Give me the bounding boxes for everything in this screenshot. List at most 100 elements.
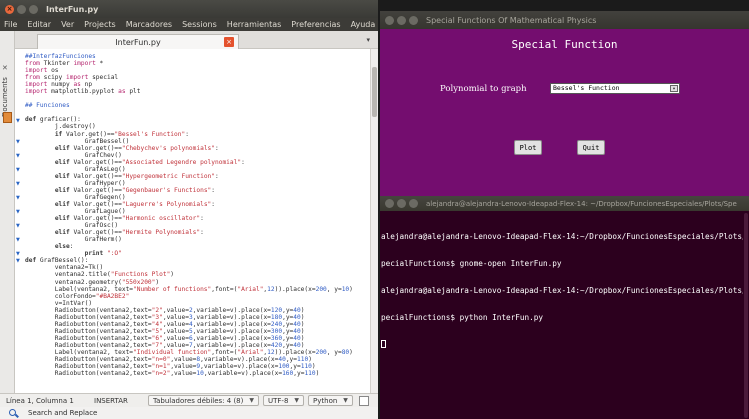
- terminal-titlebar[interactable]: alejandra@alejandra-Lenovo-Ideapad-Flex-…: [380, 196, 749, 211]
- maximize-window-icon[interactable]: [409, 199, 418, 208]
- status-checkbox[interactable]: [358, 395, 369, 406]
- quit-button[interactable]: Quit: [577, 140, 605, 155]
- code-line: GrafBessel(): [25, 137, 130, 145]
- menu-marcadores[interactable]: Marcadores: [126, 20, 172, 29]
- tab-close-icon[interactable]: ×: [224, 37, 234, 47]
- fold-arrow-icon[interactable]: ▼: [16, 210, 22, 215]
- code-line: import os: [25, 67, 59, 75]
- function-select[interactable]: Bessel's Function ▾: [550, 83, 680, 94]
- fold-arrow-icon[interactable]: ▼: [16, 224, 22, 229]
- menu-projects[interactable]: Projects: [84, 20, 116, 29]
- plot-button[interactable]: Plot: [514, 140, 542, 155]
- code-editor[interactable]: ▼ ▼ ▼ ▼ ▼ ▼ ▼ ▼ ▼ ▼ ▼ ##InterfazFuncione…: [15, 49, 370, 393]
- chevron-down-icon: ▼: [343, 397, 348, 404]
- code-text[interactable]: ##InterfazFunciones from Tkinter import *…: [25, 53, 370, 377]
- code-line: elif Valor.get()=="Chebychev's polynomia…: [54, 144, 219, 152]
- fold-arrow-icon[interactable]: ▼: [16, 259, 22, 264]
- code-line: from Tkinter import *: [25, 60, 104, 68]
- fold-arrow-icon[interactable]: ▼: [16, 182, 22, 187]
- gedit-titlebar[interactable]: × InterFun.py: [0, 0, 378, 18]
- menu-ver[interactable]: Ver: [61, 20, 74, 29]
- fold-arrow-icon[interactable]: ▼: [16, 168, 22, 173]
- code-line: Radiobutton(ventana2,text="n=0",value=8,…: [25, 356, 312, 364]
- tk-titlebar[interactable]: Special Functions Of Mathematical Physic…: [380, 11, 749, 29]
- menu-file[interactable]: File: [4, 20, 17, 29]
- code-line: elif Valor.get()=="Hypergeometric Functi…: [54, 172, 219, 180]
- fold-gutter: ▼ ▼ ▼ ▼ ▼ ▼ ▼ ▼ ▼ ▼ ▼: [15, 49, 25, 393]
- terminal-output[interactable]: alejandra@alejandra-Lenovo-Ideapad-Flex-…: [381, 214, 749, 367]
- editor-scrollbar[interactable]: [370, 49, 378, 393]
- special-function-heading: Special Function: [511, 38, 618, 51]
- fold-arrow-icon[interactable]: ▼: [16, 119, 22, 124]
- maximize-window-icon[interactable]: [409, 15, 418, 25]
- code-line: Radiobutton(ventana2,text="n=1",value=9,…: [25, 363, 316, 371]
- fold-arrow-icon[interactable]: ▼: [16, 252, 22, 257]
- code-line: elif Valor.get()=="Gegenbauer's Function…: [54, 186, 216, 194]
- maximize-window-icon[interactable]: [29, 4, 38, 14]
- minimize-window-icon[interactable]: [397, 199, 406, 208]
- tab-list-arrow-icon[interactable]: ▾: [366, 36, 370, 44]
- chevron-down-icon: ▼: [249, 397, 254, 404]
- code-line: Radiobutton(ventana2,text="4",value=4,va…: [25, 320, 305, 328]
- close-window-icon[interactable]: ×: [5, 4, 14, 14]
- gedit-window: × InterFun.py File Editar Ver Projects M…: [0, 0, 378, 419]
- code-line: Radiobutton(ventana2,text="5",value=5,va…: [25, 327, 305, 335]
- code-line: elif Valor.get()=="Hermite Polynomials":: [54, 229, 204, 237]
- tab-interfun[interactable]: InterFun.py ×: [37, 34, 239, 49]
- code-line: Label(ventana2, text="Number of function…: [25, 285, 353, 293]
- minimize-window-icon[interactable]: [397, 15, 406, 25]
- terminal-cursor: [381, 340, 386, 348]
- tab-width-dropdown[interactable]: Tabuladores débiles: 4 (8) ▼: [148, 395, 259, 406]
- menu-herramientas[interactable]: Herramientas: [227, 20, 282, 29]
- fold-arrow-icon[interactable]: ▼: [16, 196, 22, 201]
- dropdown-arrow-icon[interactable]: ▾: [670, 85, 678, 92]
- code-line: GrafHyper(): [25, 179, 126, 187]
- menu-preferencias[interactable]: Preferencias: [291, 20, 340, 29]
- close-window-icon[interactable]: [385, 15, 394, 25]
- fold-arrow-icon[interactable]: ▼: [16, 140, 22, 145]
- encoding-value: UTF-8: [268, 396, 289, 405]
- code-line: def graficar():: [25, 116, 81, 124]
- document-icon[interactable]: [3, 112, 12, 123]
- code-line: elif Valor.get()=="Associated Legendre p…: [54, 158, 245, 166]
- cursor-position: Línea 1, Columna 1: [6, 396, 74, 405]
- gedit-window-title: InterFun.py: [46, 4, 99, 14]
- fold-arrow-icon[interactable]: ▼: [16, 238, 22, 243]
- status-bar: Línea 1, Columna 1 INSERTAR Tabuladores …: [0, 393, 378, 407]
- code-line: GrafGegen(): [25, 193, 126, 201]
- menu-sessions[interactable]: Sessions: [182, 20, 217, 29]
- search-replace-label[interactable]: Search and Replace: [28, 409, 97, 417]
- code-line: Radiobutton(ventana2,text="2",value=2,va…: [25, 306, 305, 314]
- code-line: import numpy as np: [25, 81, 93, 89]
- tab-label: InterFun.py: [115, 37, 161, 47]
- gedit-menubar: File Editar Ver Projects Marcadores Sess…: [0, 18, 378, 31]
- terminal-scrollbar[interactable]: [743, 211, 749, 419]
- code-line: GrafChev(): [25, 151, 122, 159]
- code-line: print ":O": [84, 250, 122, 258]
- search-replace-bar[interactable]: Search and Replace: [0, 407, 378, 419]
- language-dropdown[interactable]: Python ▼: [308, 395, 353, 406]
- terminal-scrollbar-thumb[interactable]: [744, 213, 748, 418]
- code-line: ventana2.geometry("550x200"): [25, 278, 160, 286]
- code-line: colorFondo="#BA2BE2": [25, 292, 130, 300]
- code-line: v=IntVar(): [25, 299, 93, 307]
- code-line: elif Valor.get()=="Laguerre's Polynomial…: [54, 200, 216, 208]
- tk-window: Special Functions Of Mathematical Physic…: [380, 11, 749, 196]
- code-line: def GrafBessel():: [25, 257, 89, 265]
- code-line: Radiobutton(ventana2,text="3",value=3,va…: [25, 313, 305, 321]
- language-value: Python: [313, 396, 338, 405]
- minimize-window-icon[interactable]: [17, 4, 26, 14]
- encoding-dropdown[interactable]: UTF-8 ▼: [263, 395, 305, 406]
- editor-scrollbar-thumb[interactable]: [372, 67, 377, 117]
- code-line: Label(ventana2, text="Individual functio…: [25, 348, 353, 356]
- menu-ayuda[interactable]: Ayuda: [351, 20, 376, 29]
- terminal-window: alejandra@alejandra-Lenovo-Ideapad-Flex-…: [380, 196, 749, 419]
- side-panel-close-icon[interactable]: ✕: [2, 64, 8, 72]
- side-panel: ✕ Documents: [0, 31, 15, 393]
- menu-editar[interactable]: Editar: [27, 20, 51, 29]
- code-line: ventana2.title("Functions Plot"): [25, 271, 175, 279]
- code-line: ## Funciones: [25, 102, 70, 110]
- fold-arrow-icon[interactable]: ▼: [16, 154, 22, 159]
- close-window-icon[interactable]: [385, 199, 394, 208]
